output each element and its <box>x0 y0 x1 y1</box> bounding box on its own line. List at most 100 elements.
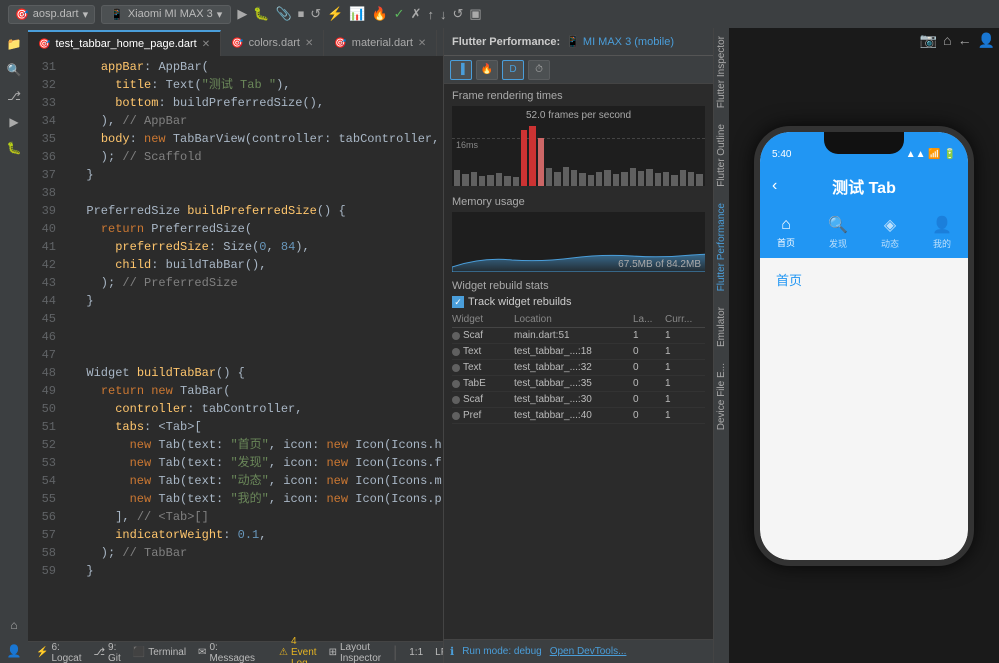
sidebar-home-icon[interactable]: ⌂ <box>2 613 26 637</box>
tab-material[interactable]: 🎯 material.dart ✕ <box>324 30 437 56</box>
table-row[interactable]: Scaf main.dart:51 1 1 <box>452 328 705 344</box>
tab-colors[interactable]: 🎯 colors.dart ✕ <box>221 30 324 56</box>
home-icon[interactable]: ⌂ <box>943 32 951 49</box>
sidebar-search-icon[interactable]: 🔍 <box>2 58 26 82</box>
row-dot-4 <box>452 396 460 404</box>
table-row[interactable]: Text test_tabbar_...:18 0 1 <box>452 344 705 360</box>
dart-file-icon-3: 🎯 <box>334 38 346 49</box>
cursor-position: 1:1 <box>409 647 423 658</box>
bar-15 <box>571 170 577 186</box>
sidebar-project-icon[interactable]: 📁 <box>2 32 26 56</box>
phone-app-bar: ‹ 测试 Tab <box>760 164 968 208</box>
col-location: Location <box>514 314 631 325</box>
phone-back-btn[interactable]: ‹ <box>772 177 777 195</box>
track-rebuilds-label: Track widget rebuilds <box>468 296 572 308</box>
git-pull-icon[interactable]: ↓ <box>440 7 447 22</box>
layout-icon[interactable]: ▣ <box>469 6 481 22</box>
run-mode-label: Run mode: debug <box>462 646 542 657</box>
code-content[interactable]: appBar: AppBar( title: Text("测试 Tab "), … <box>64 56 443 641</box>
messages-tab[interactable]: ✉ 0: Messages <box>198 642 255 663</box>
person-icon[interactable]: 👤 <box>978 32 995 49</box>
phone-tab-dynamic[interactable]: ◈ 动态 <box>864 215 916 250</box>
phone-area: 📷 ⌂ ← 👤 5:40 ▲▲ 📶 🔋 ‹ 测试 Tab <box>729 28 999 663</box>
row-dot-3 <box>452 380 460 388</box>
undo-icon[interactable]: ↺ <box>452 6 463 22</box>
perf-flame-chart-btn[interactable]: 🔥 <box>476 60 498 80</box>
project-selector[interactable]: 🎯 aosp.dart ▾ <box>8 5 95 24</box>
open-devtools-btn[interactable]: Open DevTools... <box>550 646 627 657</box>
widget-col-5: Pref <box>452 410 512 421</box>
tab-close-2[interactable]: ✕ <box>418 38 426 49</box>
chevron-down-icon: ▾ <box>217 8 223 21</box>
stop-icon[interactable]: ⏹ <box>298 6 305 22</box>
sidebar-debug-icon[interactable]: 🐛 <box>2 136 26 160</box>
device-selector[interactable]: 📱 Xiaomi MI MAX 3 ▾ <box>101 5 231 24</box>
tab-close-1[interactable]: ✕ <box>305 38 313 49</box>
bar-29 <box>688 172 694 186</box>
event-log-tab[interactable]: ⚠ 4 Event Log <box>279 636 317 663</box>
flutter-outline-tab[interactable]: Flutter Outline <box>714 116 729 195</box>
hot-reload-icon[interactable]: ⚡ <box>327 6 343 22</box>
bar-18 <box>596 172 602 186</box>
phone-icon: 📱 <box>110 8 124 21</box>
widget-col-0: Scaf <box>452 330 512 341</box>
sidebar-git-icon[interactable]: ⎇ <box>2 84 26 108</box>
table-row[interactable]: Pref test_tabbar_...:40 0 1 <box>452 408 705 424</box>
track-rebuilds-checkbox[interactable]: ✓ <box>452 296 464 308</box>
back-icon[interactable]: ← <box>958 32 972 49</box>
run-icon[interactable]: ▶ <box>237 6 247 22</box>
terminal-tab[interactable]: ⬛ Terminal <box>133 647 186 658</box>
git-push-icon[interactable]: ↑ <box>427 7 434 22</box>
code-line-31: appBar: AppBar( <box>72 58 443 76</box>
table-row[interactable]: Text test_tabbar_...:32 0 1 <box>452 360 705 376</box>
perf-title: Flutter Performance: <box>452 36 560 48</box>
flutter-inspector-tab[interactable]: Flutter Inspector <box>714 28 729 116</box>
phone-tab-mine[interactable]: 👤 我的 <box>916 215 968 250</box>
perf-bar-chart-btn[interactable]: ▐ <box>450 60 472 80</box>
bar-11-pink <box>538 138 544 186</box>
line-numbers: 31 32 33 34 35 36 37 38 39 40 41 42 43 4… <box>28 56 64 641</box>
phone-tab-discover[interactable]: 🔍 发现 <box>812 215 864 250</box>
chevron-down-icon: ▾ <box>83 8 89 21</box>
tab-test-tabbar[interactable]: 🎯 test_tabbar_home_page.dart ✕ <box>28 30 221 56</box>
git-cross-icon[interactable]: ✗ <box>411 6 422 22</box>
code-line-56: ], // <Tab>[] <box>72 508 443 526</box>
current-col-0: 1 <box>665 330 705 341</box>
git-tab[interactable]: ⎇ 9: Git <box>93 642 120 663</box>
perf-toolbar: ▐ 🔥 D ⏱ <box>444 56 713 84</box>
dart-file-icon: 🎯 <box>38 39 50 50</box>
perf-dart-btn[interactable]: D <box>502 60 524 80</box>
device-file-tab[interactable]: Device File E... <box>714 355 729 438</box>
layout-inspector-tab[interactable]: ⊞ Layout Inspector <box>329 642 382 663</box>
tab-close-0[interactable]: ✕ <box>202 39 210 50</box>
table-header: Widget Location La... Curr... <box>452 312 705 328</box>
bar-5 <box>487 175 493 186</box>
code-line-40: return PreferredSize( <box>72 220 443 238</box>
logcat-icon: ⚡ <box>36 647 48 658</box>
table-row[interactable]: Scaf test_tabbar_...:30 0 1 <box>452 392 705 408</box>
info-icon: ℹ <box>450 645 454 658</box>
bar-1 <box>454 170 460 186</box>
screenshot-icon[interactable]: 📷 <box>920 32 937 49</box>
location-col-5: test_tabbar_...:40 <box>514 410 631 421</box>
flutter-performance-tab[interactable]: Flutter Performance <box>714 195 729 299</box>
bar-17 <box>588 175 594 186</box>
coverage-icon[interactable]: 📊 <box>349 6 365 22</box>
bar-10-red <box>529 126 535 186</box>
attach-icon[interactable]: 📎 <box>276 6 292 22</box>
code-line-53: new Tab(text: "发现", icon: new Icon(Icons… <box>72 454 443 472</box>
restart-icon[interactable]: ↺ <box>310 6 321 22</box>
git-checkmark-icon[interactable]: ✓ <box>394 6 405 22</box>
profiler-icon[interactable]: 🔥 <box>371 6 387 22</box>
sidebar-person-icon[interactable]: 👤 <box>2 639 26 663</box>
bar-14 <box>563 167 569 186</box>
sidebar-run-icon[interactable]: ▶ <box>2 110 26 134</box>
phone-tab-home[interactable]: ⌂ 首页 <box>760 216 812 249</box>
emulator-tab[interactable]: Emulator <box>714 299 729 355</box>
code-line-49: return new TabBar( <box>72 382 443 400</box>
logcat-tab[interactable]: ⚡ 6: Logcat <box>36 642 81 663</box>
bar-13 <box>554 172 560 186</box>
table-row[interactable]: TabE test_tabbar_...:35 0 1 <box>452 376 705 392</box>
perf-clock-btn[interactable]: ⏱ <box>528 60 550 80</box>
debug-icon[interactable]: 🐛 <box>253 6 269 22</box>
